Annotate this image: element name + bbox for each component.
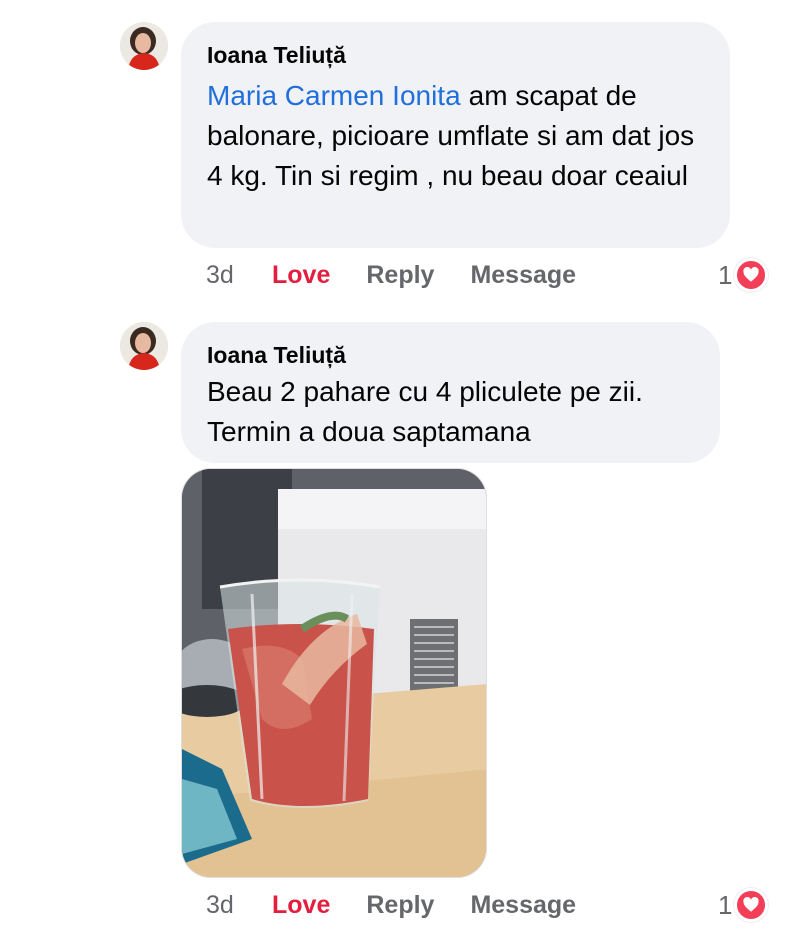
reply-button[interactable]: Reply	[366, 261, 434, 290]
heart-icon	[734, 888, 769, 922]
timestamp[interactable]: 3d	[206, 891, 272, 920]
heart-icon	[734, 258, 769, 292]
reaction-count: 1	[718, 259, 733, 290]
comment-author[interactable]: Ioana Teliuță	[207, 340, 696, 370]
comment-bubble: Ioana Teliuță Beau 2 pahare cu 4 plicule…	[181, 322, 720, 463]
attached-photo[interactable]	[181, 468, 487, 878]
reaction-summary[interactable]: 1	[718, 887, 769, 923]
reaction-summary[interactable]: 1	[718, 257, 769, 293]
message-button[interactable]: Message	[470, 261, 576, 290]
comment-text: Maria Carmen Ionita am scapat de balonare…	[207, 76, 706, 196]
avatar[interactable]	[120, 22, 168, 70]
love-button[interactable]: Love	[272, 891, 330, 920]
reply-button[interactable]: Reply	[366, 891, 434, 920]
comment-text: Beau 2 pahare cu 4 pliculete pe zii. Ter…	[207, 376, 643, 447]
mention-link[interactable]: Maria Carmen Ionita	[207, 80, 461, 111]
comment-author[interactable]: Ioana Teliuță	[207, 40, 706, 70]
avatar[interactable]	[120, 322, 168, 370]
timestamp[interactable]: 3d	[206, 261, 272, 290]
love-button[interactable]: Love	[272, 261, 330, 290]
reaction-count: 1	[718, 889, 733, 920]
message-button[interactable]: Message	[470, 891, 576, 920]
comment-bubble: Ioana Teliuță Maria Carmen Ionita am scap…	[181, 22, 730, 248]
comment-actions: 3d Love Reply Message	[206, 257, 612, 293]
comment-actions: 3d Love Reply Message	[206, 887, 612, 923]
